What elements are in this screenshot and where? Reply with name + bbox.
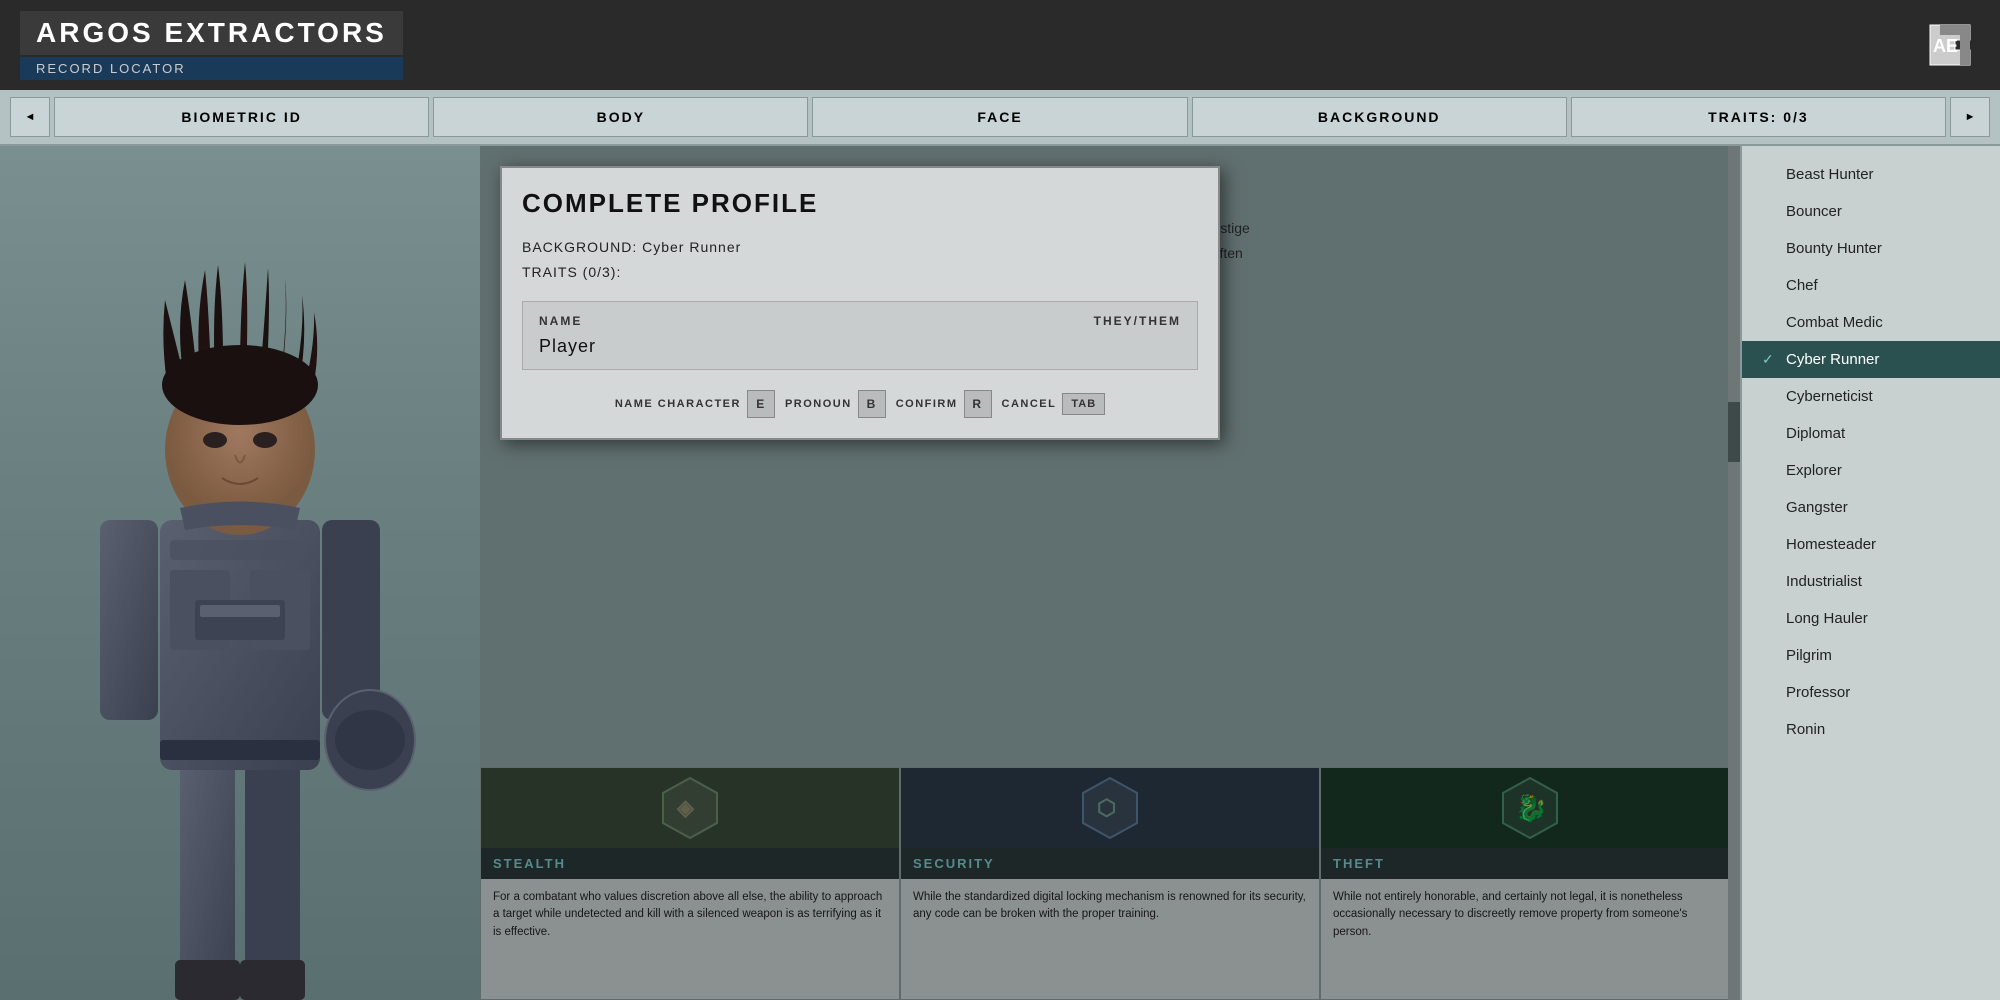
game-title: ARGOS EXTRACTORS xyxy=(20,11,403,55)
background-list-item-bounty-hunter[interactable]: Bounty Hunter xyxy=(1742,230,2000,267)
background-list-label: Cyber Runner xyxy=(1786,351,1879,368)
tab-traits[interactable]: TRAITS: 0/3 xyxy=(1571,97,1946,137)
nav-right-button[interactable]: ► xyxy=(1950,97,1990,137)
top-bar: ARGOS EXTRACTORS RECORD LOCATOR AE xyxy=(0,0,2000,90)
portrait-area xyxy=(0,146,480,1000)
nav-tabs: ◄ BIOMETRIC ID BODY FACE BACKGROUND TRAI… xyxy=(0,90,2000,146)
background-list-item-ronin[interactable]: Ronin xyxy=(1742,711,2000,748)
background-list-label: Diplomat xyxy=(1786,425,1845,442)
pronoun-label: PRONOUN xyxy=(785,398,852,410)
name-character-button[interactable]: NAME CHARACTER E xyxy=(615,390,775,418)
pronoun-button[interactable]: PRONOUN B xyxy=(785,390,886,418)
modal-traits-line: TRAITS (0/3): xyxy=(522,260,1198,285)
modal-name-header: NAME THEY/THEM xyxy=(539,314,1181,328)
tab-body[interactable]: BODY xyxy=(433,97,808,137)
background-list-label: Gangster xyxy=(1786,499,1848,516)
tab-face[interactable]: FACE xyxy=(812,97,1187,137)
background-list-item-cyber-runner[interactable]: ✓ Cyber Runner xyxy=(1742,341,2000,378)
background-list-item-pilgrim[interactable]: Pilgrim xyxy=(1742,637,2000,674)
nav-left-button[interactable]: ◄ xyxy=(10,97,50,137)
background-list-item-explorer[interactable]: Explorer xyxy=(1742,452,2000,489)
background-list-sidebar: Beast Hunter Bouncer Bounty Hunter Chef Comb… xyxy=(1740,146,2000,1000)
confirm-label: CONFIRM xyxy=(896,398,958,410)
background-list-label: Beast Hunter xyxy=(1786,166,1874,183)
name-character-label: NAME CHARACTER xyxy=(615,398,741,410)
subtitle: RECORD LOCATOR xyxy=(20,57,403,80)
background-list-item-beast-hunter[interactable]: Beast Hunter xyxy=(1742,156,2000,193)
tab-background[interactable]: BACKGROUND xyxy=(1192,97,1567,137)
confirm-key-badge: R xyxy=(964,390,992,418)
title-block: ARGOS EXTRACTORS RECORD LOCATOR xyxy=(20,11,403,80)
modal-name-section: NAME THEY/THEM Player xyxy=(522,301,1198,370)
background-list-item-professor[interactable]: Professor xyxy=(1742,674,2000,711)
background-list-label: Explorer xyxy=(1786,462,1842,479)
modal-title: COMPLETE PROFILE xyxy=(522,188,1198,219)
modal-overlay: COMPLETE PROFILE BACKGROUND: Cyber Runne… xyxy=(480,146,1740,1000)
pronoun-header-label: THEY/THEM xyxy=(1094,314,1181,328)
tab-biometric-id[interactable]: BIOMETRIC ID xyxy=(54,97,429,137)
background-list-item-combat-medic[interactable]: Combat Medic xyxy=(1742,304,2000,341)
background-list-item-homesteader[interactable]: Homesteader xyxy=(1742,526,2000,563)
modal-buttons: NAME CHARACTER E PRONOUN B CONFIRM R CAN… xyxy=(522,390,1198,418)
modal-background-line: BACKGROUND: Cyber Runner xyxy=(522,235,1198,260)
background-list-label: Homesteader xyxy=(1786,536,1876,553)
modal-info: BACKGROUND: Cyber Runner TRAITS (0/3): xyxy=(522,235,1198,285)
modal-name-value: Player xyxy=(539,336,1181,357)
complete-profile-modal: COMPLETE PROFILE BACKGROUND: Cyber Runne… xyxy=(500,166,1220,440)
background-list-label: Chef xyxy=(1786,277,1818,294)
background-list-item-gangster[interactable]: Gangster xyxy=(1742,489,2000,526)
background-list-label: Industrialist xyxy=(1786,573,1862,590)
character-portrait xyxy=(0,146,480,1000)
svg-text:AE: AE xyxy=(1933,36,1958,56)
logo: AE xyxy=(1920,20,1980,70)
cancel-key-badge: TAB xyxy=(1062,393,1105,415)
background-list-label: Bouncer xyxy=(1786,203,1842,220)
modal-background-label: BACKGROUND: Cyber Runner xyxy=(522,239,741,255)
background-list-label: Bounty Hunter xyxy=(1786,240,1882,257)
background-list-label: Cyberneticist xyxy=(1786,388,1873,405)
background-list-label: Combat Medic xyxy=(1786,314,1883,331)
pronoun-key-badge: B xyxy=(858,390,886,418)
background-list-label: Ronin xyxy=(1786,721,1825,738)
cancel-button[interactable]: CANCEL TAB xyxy=(1002,393,1106,415)
center-content: Cyber Runner prestiget, often ◈ STEALTH … xyxy=(480,146,1740,1000)
check-icon: ✓ xyxy=(1762,351,1778,368)
cancel-label: CANCEL xyxy=(1002,398,1057,410)
name-key-badge: E xyxy=(747,390,775,418)
background-list-item-long-hauler[interactable]: Long Hauler xyxy=(1742,600,2000,637)
background-list-item-chef[interactable]: Chef xyxy=(1742,267,2000,304)
background-list-label: Professor xyxy=(1786,684,1850,701)
background-list-item-bouncer[interactable]: Bouncer xyxy=(1742,193,2000,230)
name-header-label: NAME xyxy=(539,314,582,328)
modal-traits-label: TRAITS (0/3): xyxy=(522,264,621,280)
background-list-item-industrialist[interactable]: Industrialist xyxy=(1742,563,2000,600)
background-list-label: Pilgrim xyxy=(1786,647,1832,664)
main-content: Cyber Runner prestiget, often ◈ STEALTH … xyxy=(0,146,2000,1000)
confirm-button[interactable]: CONFIRM R xyxy=(896,390,992,418)
background-list-label: Long Hauler xyxy=(1786,610,1868,627)
background-list-item-cyberneticist[interactable]: Cyberneticist xyxy=(1742,378,2000,415)
background-list-item-diplomat[interactable]: Diplomat xyxy=(1742,415,2000,452)
